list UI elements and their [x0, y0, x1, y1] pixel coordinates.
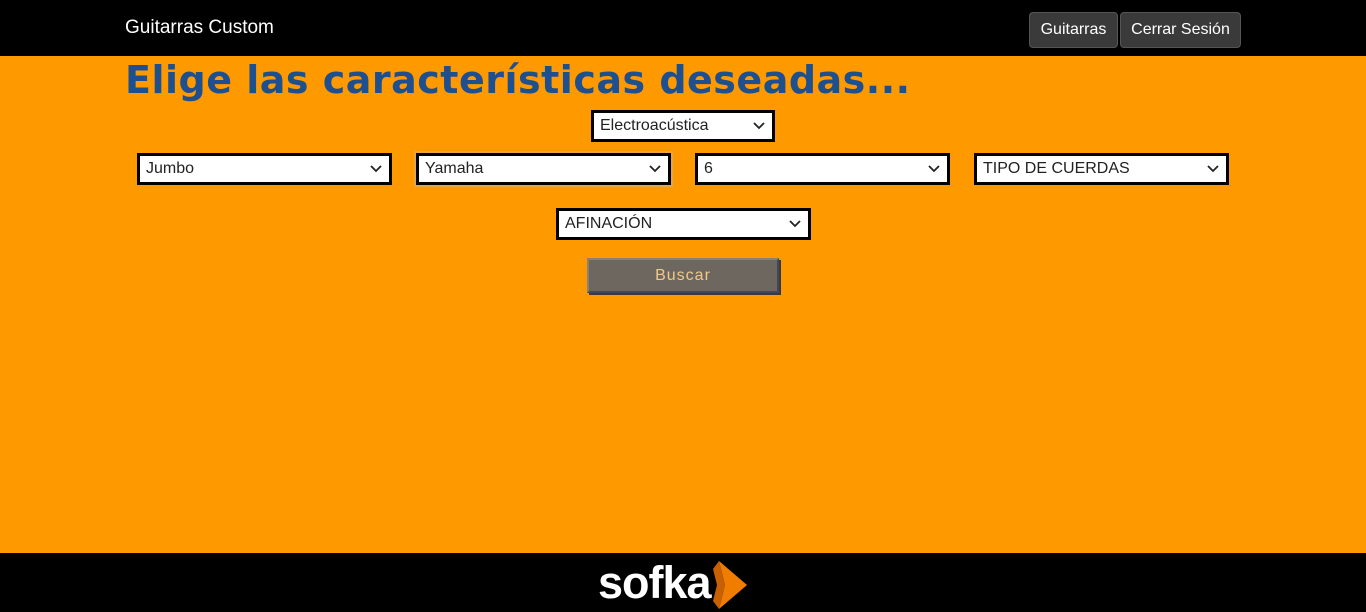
strings-count-value: 6 [704, 160, 713, 177]
sofka-logo: sofka [598, 555, 753, 611]
strings-count-select[interactable]: 6 [695, 153, 950, 185]
footer: sofka [0, 553, 1366, 612]
guitar-type-value: Electroacústica [600, 117, 709, 134]
string-type-value: TIPO DE CUERDAS [983, 160, 1130, 177]
string-type-select[interactable]: TIPO DE CUERDAS [974, 153, 1229, 185]
tuning-select[interactable]: AFINACIÓN [556, 208, 811, 240]
guitar-type-select[interactable]: Electroacústica [591, 110, 775, 142]
logo-text: sofka [598, 557, 712, 608]
brand-value: Yamaha [425, 160, 484, 177]
chevron-down-icon [642, 156, 668, 182]
tuning-value: AFINACIÓN [565, 215, 653, 232]
logout-button[interactable]: Cerrar Sesión [1120, 12, 1241, 48]
body-shape-select[interactable]: Jumbo [137, 153, 392, 185]
page-title: Elige las características deseadas... [125, 58, 911, 102]
logo-arrow-icon [712, 561, 747, 609]
chevron-down-icon [782, 211, 808, 237]
nav-guitarras-button[interactable]: Guitarras [1029, 12, 1118, 48]
app-brand[interactable]: Guitarras Custom [125, 17, 274, 39]
chevron-down-icon [746, 113, 772, 139]
top-navbar: Guitarras Custom Guitarras Cerrar Sesión [0, 0, 1366, 56]
chevron-down-icon [921, 156, 947, 182]
chevron-down-icon [363, 156, 389, 182]
chevron-down-icon [1200, 156, 1226, 182]
body-shape-value: Jumbo [146, 160, 195, 177]
brand-select[interactable]: Yamaha [416, 153, 671, 185]
search-button[interactable]: Buscar [587, 258, 779, 293]
